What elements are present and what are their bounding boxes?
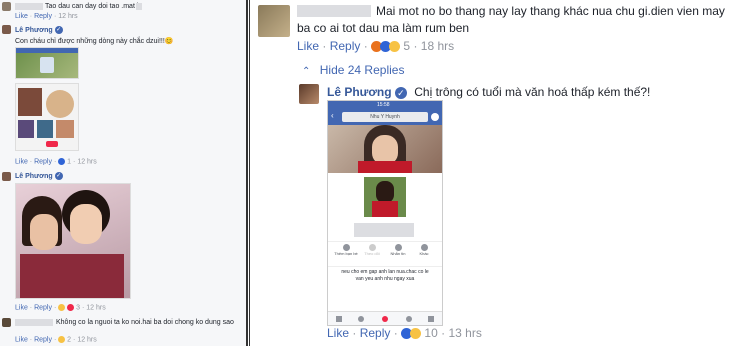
more-button[interactable]: Khác — [412, 244, 436, 256]
comment-time: 18 hrs — [420, 39, 455, 53]
comment-time: 12 hrs — [58, 13, 78, 20]
follow-icon — [368, 244, 376, 251]
more-label: Khác — [419, 251, 429, 256]
notifications-tab-icon[interactable] — [382, 316, 388, 322]
menu-tab-icon[interactable] — [428, 316, 434, 322]
avatar[interactable] — [2, 2, 11, 11]
comment-time: 12 hrs — [77, 158, 97, 166]
follow-label: Theo dõi — [364, 251, 380, 256]
reply-author-line: Lê Phương ✓ Chị trông có tuổi mà văn hoá… — [327, 85, 650, 99]
redacted-name — [297, 5, 371, 17]
caption-line1: neu cho em gap anh lan nua.chac co le — [341, 269, 429, 275]
like-link[interactable]: Like — [15, 304, 28, 311]
avatar[interactable] — [299, 84, 319, 104]
comment-actions: Like · Reply · 3 · 12 hrs — [15, 304, 106, 312]
haha-reaction-icon — [389, 41, 401, 53]
reply-link[interactable]: Reply — [34, 158, 52, 165]
like-link[interactable]: Like — [297, 39, 319, 53]
reply-link[interactable]: Reply — [330, 39, 361, 53]
comment-text: Tao dau can day doi tao .mat l — [45, 3, 139, 10]
feed-tab-icon[interactable] — [336, 316, 342, 322]
profile-photo — [362, 175, 408, 219]
message-icon — [394, 244, 402, 251]
reaction-count: 5 — [403, 39, 411, 53]
reply-text: Chị trông có tuổi mà văn hoá thấp kém th… — [414, 85, 651, 99]
profile-action-buttons: Thêm bạn bè Theo dõi Nhắn tin Khác — [328, 241, 442, 267]
avatar[interactable] — [258, 5, 290, 37]
post-caption: neu cho em gap anh lan nua.chac co le va… — [334, 269, 436, 283]
phone-bottom-tabbar — [328, 311, 442, 325]
comment-text: Con cháu chỉ được những dòng này chắc dz… — [15, 38, 174, 45]
reply-link[interactable]: Reply — [34, 304, 52, 311]
comment-time: 12 hrs — [77, 336, 97, 344]
attached-phone-screenshot[interactable]: 15:58 ‹ Nhu Y Huynh Thêm bạn bè Theo dõi… — [327, 100, 443, 326]
haha-reaction-icon — [58, 336, 66, 343]
attached-photo[interactable] — [15, 83, 79, 151]
more-icon — [420, 244, 428, 251]
verified-badge-icon: ✓ — [394, 86, 407, 99]
back-arrow-icon: ‹ — [331, 111, 334, 120]
like-link[interactable]: Like — [15, 13, 28, 20]
comment-time: 12 hrs — [86, 304, 106, 312]
chevron-up-icon: ⌃ — [302, 66, 311, 77]
caption-line2: van yeu anh nhu ngay xua — [355, 276, 415, 282]
comment-actions: Like · Reply · 12 hrs — [15, 13, 78, 20]
comment-actions: Like · Reply · 2 · 12 hrs — [15, 336, 97, 344]
message-button[interactable]: Nhắn tin — [386, 244, 410, 256]
love-reaction-icon — [67, 304, 75, 311]
phone-status-bar: 15:58 — [328, 101, 442, 109]
comment-actions: Like · Reply · 5 · 18 hrs — [297, 39, 455, 53]
comment-author-line: Lê Phương ✓ — [15, 172, 63, 180]
haha-reaction-icon — [58, 304, 66, 311]
reply-link[interactable]: Reply — [34, 13, 52, 20]
redacted-name — [15, 319, 53, 326]
reaction-count: 2 — [67, 336, 72, 344]
reply-link[interactable]: Reply — [360, 326, 391, 340]
cover-photo — [328, 125, 442, 173]
add-friend-button[interactable]: Thêm bạn bè — [334, 244, 358, 256]
comment-time: 13 hrs — [448, 326, 482, 340]
reply-actions: Like · Reply · 10 · 13 hrs — [327, 326, 482, 340]
redacted-name — [15, 3, 43, 10]
smile-emoji-icon: 😊 — [164, 38, 174, 45]
phone-search-box: Nhu Y Huynh — [342, 112, 428, 122]
message-label: Nhắn tin — [390, 251, 406, 256]
like-reaction-icon — [58, 158, 66, 165]
avatar[interactable] — [2, 172, 11, 181]
hide-replies-label: Hide 24 Replies — [319, 63, 405, 77]
globe-tab-icon[interactable] — [406, 316, 412, 322]
comment-text: Không co la nguoi ta ko noi.hai ba doi c… — [56, 319, 234, 326]
add-friend-label: Thêm bạn bè — [334, 251, 358, 256]
attached-photo[interactable] — [15, 47, 79, 79]
avatar[interactable] — [2, 318, 11, 327]
verified-badge-icon: ✓ — [54, 26, 63, 34]
avatar[interactable] — [2, 25, 11, 34]
author-name[interactable]: Lê Phương — [327, 85, 392, 99]
redacted-text — [136, 3, 142, 10]
comment-text-line1: Mai mot no bo thang nay lay thang khác n… — [376, 4, 725, 18]
author-name[interactable]: Lê Phương — [15, 173, 53, 180]
left-comment-panel: Tao dau can day doi tao .mat l Like · Re… — [0, 0, 248, 346]
author-name[interactable]: Lê Phương — [15, 27, 53, 34]
reaction-count: 10 — [424, 326, 438, 340]
comment-text-line2: ba co ai tot dau ma làm rum ben — [297, 21, 470, 35]
reaction-count: 3 — [76, 304, 81, 312]
like-link[interactable]: Like — [327, 326, 349, 340]
verified-badge-icon: ✓ — [54, 172, 63, 180]
comment-actions: Like · Reply · 1 · 12 hrs — [15, 158, 97, 166]
like-link[interactable]: Like — [15, 336, 28, 343]
attached-photo[interactable] — [15, 183, 131, 299]
messenger-icon — [431, 113, 439, 121]
like-link[interactable]: Like — [15, 158, 28, 165]
friends-tab-icon[interactable] — [358, 316, 364, 322]
reaction-count: 1 — [67, 158, 72, 166]
hide-replies-toggle[interactable]: ⌃ Hide 24 Replies — [302, 63, 404, 77]
add-friend-icon — [342, 244, 350, 251]
comment-author-line: Lê Phương ✓ — [15, 26, 63, 34]
phone-clock: 15:58 — [377, 102, 390, 108]
reply-link[interactable]: Reply — [34, 336, 52, 343]
redacted-profile-name — [354, 223, 414, 237]
follow-button[interactable]: Theo dõi — [360, 244, 384, 256]
haha-reaction-icon — [410, 328, 422, 340]
